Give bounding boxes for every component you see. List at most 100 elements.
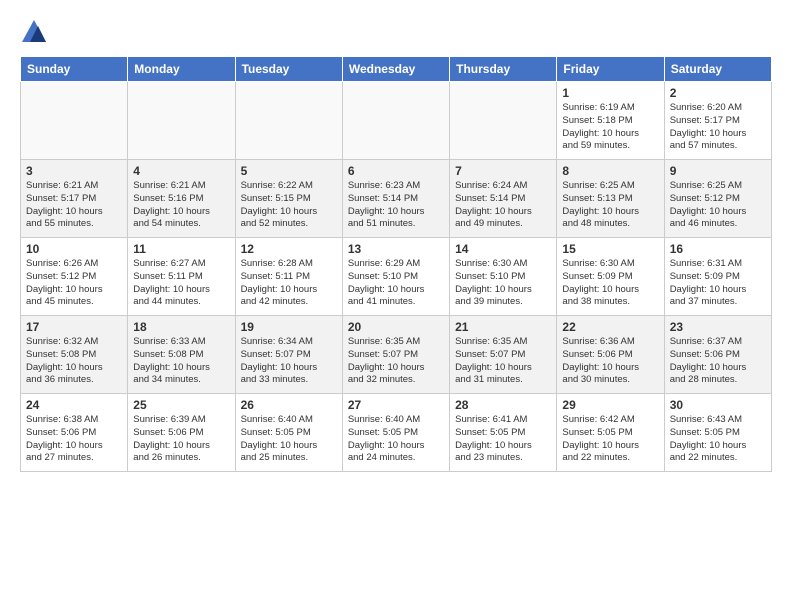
day-info: Sunrise: 6:21 AM Sunset: 5:16 PM Dayligh… [133,180,229,231]
calendar-cell: 30Sunrise: 6:43 AM Sunset: 5:05 PM Dayli… [664,394,771,472]
day-number: 10 [26,242,122,256]
calendar-cell: 12 Sunrise: 6:28 AM Sunset: 5:11 PM Dayli… [235,238,342,316]
logo-icon [20,18,48,46]
day-number: 28 [455,398,551,412]
day-info: Sunrise: 6:24 AM Sunset: 5:14 PM Dayligh… [455,180,551,231]
calendar-cell: 26Sunrise: 6:40 AM Sunset: 5:05 PM Dayli… [235,394,342,472]
calendar-cell: 5 Sunrise: 6:22 AM Sunset: 5:15 PM Daylig… [235,160,342,238]
day-info: Sunrise: 6:36 AM Sunset: 5:06 PM Dayligh… [562,336,658,387]
day-number: 20 [348,320,444,334]
day-number: 8 [562,164,658,178]
header [20,18,772,46]
calendar-cell: 29 Sunrise: 6:42 AM Sunset: 5:05 PM Dayli… [557,394,664,472]
calendar-header-monday: Monday [128,57,235,82]
day-number: 25 [133,398,229,412]
calendar-cell: 10 Sunrise: 6:26 AM Sunset: 5:12 PM Dayli… [21,238,128,316]
day-info: Sunrise: 6:19 AM Sunset: 5:18 PM Dayligh… [562,102,658,153]
calendar-header-row: SundayMondayTuesdayWednesdayThursdayFrid… [21,57,772,82]
calendar-cell: 8 Sunrise: 6:25 AM Sunset: 5:13 PM Daylig… [557,160,664,238]
calendar-cell: 19 Sunrise: 6:34 AM Sunset: 5:07 PM Dayli… [235,316,342,394]
day-number: 19 [241,320,337,334]
calendar-cell: 20 Sunrise: 6:35 AM Sunset: 5:07 PM Dayli… [342,316,449,394]
day-number: 7 [455,164,551,178]
calendar-cell: 1 Sunrise: 6:19 AM Sunset: 5:18 PM Daylig… [557,82,664,160]
calendar: SundayMondayTuesdayWednesdayThursdayFrid… [20,56,772,472]
day-number: 21 [455,320,551,334]
day-number: 22 [562,320,658,334]
calendar-cell: 9Sunrise: 6:25 AM Sunset: 5:12 PM Daylig… [664,160,771,238]
day-number: 24 [26,398,122,412]
day-number: 16 [670,242,766,256]
calendar-cell: 25 Sunrise: 6:39 AM Sunset: 5:06 PM Dayli… [128,394,235,472]
calendar-cell [342,82,449,160]
day-info: Sunrise: 6:20 AM Sunset: 5:17 PM Dayligh… [670,102,766,153]
calendar-cell: 16 Sunrise: 6:31 AM Sunset: 5:09 PM Dayli… [664,238,771,316]
calendar-cell: 2 Sunrise: 6:20 AM Sunset: 5:17 PM Daylig… [664,82,771,160]
day-info: Sunrise: 6:22 AM Sunset: 5:15 PM Dayligh… [241,180,337,231]
day-number: 15 [562,242,658,256]
day-info: Sunrise: 6:21 AM Sunset: 5:17 PM Dayligh… [26,180,122,231]
day-info: Sunrise: 6:26 AM Sunset: 5:12 PM Dayligh… [26,258,122,309]
day-info: Sunrise: 6:39 AM Sunset: 5:06 PM Dayligh… [133,414,229,465]
day-number: 27 [348,398,444,412]
calendar-header-friday: Friday [557,57,664,82]
calendar-cell: 13Sunrise: 6:29 AM Sunset: 5:10 PM Dayli… [342,238,449,316]
calendar-header-tuesday: Tuesday [235,57,342,82]
day-info: Sunrise: 6:43 AM Sunset: 5:05 PM Dayligh… [670,414,766,465]
day-number: 17 [26,320,122,334]
day-info: Sunrise: 6:35 AM Sunset: 5:07 PM Dayligh… [455,336,551,387]
day-number: 14 [455,242,551,256]
day-info: Sunrise: 6:25 AM Sunset: 5:12 PM Dayligh… [670,180,766,231]
calendar-week-1: 1 Sunrise: 6:19 AM Sunset: 5:18 PM Daylig… [21,82,772,160]
day-number: 26 [241,398,337,412]
day-number: 2 [670,86,766,100]
calendar-header-sunday: Sunday [21,57,128,82]
calendar-cell: 23 Sunrise: 6:37 AM Sunset: 5:06 PM Dayli… [664,316,771,394]
day-info: Sunrise: 6:40 AM Sunset: 5:05 PM Dayligh… [348,414,444,465]
calendar-cell: 11Sunrise: 6:27 AM Sunset: 5:11 PM Dayli… [128,238,235,316]
calendar-cell: 22 Sunrise: 6:36 AM Sunset: 5:06 PM Dayli… [557,316,664,394]
day-info: Sunrise: 6:37 AM Sunset: 5:06 PM Dayligh… [670,336,766,387]
day-info: Sunrise: 6:23 AM Sunset: 5:14 PM Dayligh… [348,180,444,231]
day-info: Sunrise: 6:32 AM Sunset: 5:08 PM Dayligh… [26,336,122,387]
day-info: Sunrise: 6:38 AM Sunset: 5:06 PM Dayligh… [26,414,122,465]
calendar-cell [235,82,342,160]
day-number: 5 [241,164,337,178]
day-info: Sunrise: 6:25 AM Sunset: 5:13 PM Dayligh… [562,180,658,231]
calendar-cell: 17 Sunrise: 6:32 AM Sunset: 5:08 PM Dayli… [21,316,128,394]
calendar-header-wednesday: Wednesday [342,57,449,82]
day-info: Sunrise: 6:42 AM Sunset: 5:05 PM Dayligh… [562,414,658,465]
day-info: Sunrise: 6:27 AM Sunset: 5:11 PM Dayligh… [133,258,229,309]
day-info: Sunrise: 6:35 AM Sunset: 5:07 PM Dayligh… [348,336,444,387]
calendar-week-4: 17 Sunrise: 6:32 AM Sunset: 5:08 PM Dayli… [21,316,772,394]
day-info: Sunrise: 6:30 AM Sunset: 5:10 PM Dayligh… [455,258,551,309]
calendar-cell: 14 Sunrise: 6:30 AM Sunset: 5:10 PM Dayli… [450,238,557,316]
calendar-cell: 27 Sunrise: 6:40 AM Sunset: 5:05 PM Dayli… [342,394,449,472]
calendar-cell: 7 Sunrise: 6:24 AM Sunset: 5:14 PM Daylig… [450,160,557,238]
day-info: Sunrise: 6:29 AM Sunset: 5:10 PM Dayligh… [348,258,444,309]
calendar-cell [128,82,235,160]
calendar-week-5: 24 Sunrise: 6:38 AM Sunset: 5:06 PM Dayli… [21,394,772,472]
calendar-cell: 24 Sunrise: 6:38 AM Sunset: 5:06 PM Dayli… [21,394,128,472]
day-number: 29 [562,398,658,412]
day-number: 12 [241,242,337,256]
calendar-cell [21,82,128,160]
day-number: 3 [26,164,122,178]
calendar-header-thursday: Thursday [450,57,557,82]
calendar-cell: 3 Sunrise: 6:21 AM Sunset: 5:17 PM Daylig… [21,160,128,238]
logo [20,18,52,46]
calendar-week-3: 10 Sunrise: 6:26 AM Sunset: 5:12 PM Dayli… [21,238,772,316]
day-info: Sunrise: 6:30 AM Sunset: 5:09 PM Dayligh… [562,258,658,309]
day-info: Sunrise: 6:28 AM Sunset: 5:11 PM Dayligh… [241,258,337,309]
calendar-cell: 28Sunrise: 6:41 AM Sunset: 5:05 PM Dayli… [450,394,557,472]
calendar-week-2: 3 Sunrise: 6:21 AM Sunset: 5:17 PM Daylig… [21,160,772,238]
page: SundayMondayTuesdayWednesdayThursdayFrid… [0,0,792,612]
day-info: Sunrise: 6:34 AM Sunset: 5:07 PM Dayligh… [241,336,337,387]
day-info: Sunrise: 6:31 AM Sunset: 5:09 PM Dayligh… [670,258,766,309]
day-number: 6 [348,164,444,178]
calendar-cell [450,82,557,160]
day-number: 23 [670,320,766,334]
calendar-header-saturday: Saturday [664,57,771,82]
day-number: 1 [562,86,658,100]
calendar-cell: 6 Sunrise: 6:23 AM Sunset: 5:14 PM Daylig… [342,160,449,238]
